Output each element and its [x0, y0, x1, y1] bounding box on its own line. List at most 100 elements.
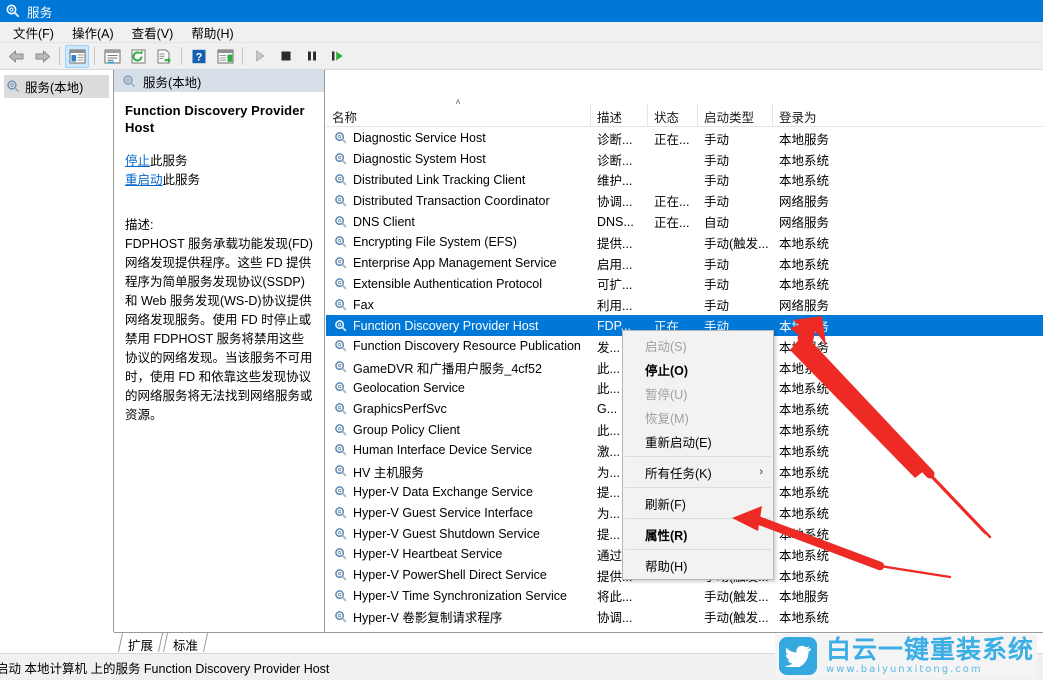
- show-hide-tree-icon[interactable]: [65, 45, 89, 68]
- tab-extended[interactable]: 扩展: [118, 633, 163, 652]
- service-name-label: HV 主机服务: [353, 462, 424, 481]
- table-row[interactable]: Hyper-V 卷影复制请求程序协调...手动(触发...本地系统: [326, 606, 1043, 627]
- service-gear-icon: [334, 319, 348, 333]
- ctx-restart[interactable]: 重新启动(E): [623, 429, 773, 453]
- title-bar: 服务: [0, 0, 1043, 22]
- cell-name: Hyper-V PowerShell Direct Service: [326, 568, 591, 582]
- cell-desc: 利用...: [591, 295, 648, 314]
- service-context-menu[interactable]: 启动(S)停止(O)暂停(U)恢复(M)重新启动(E)所有任务(K)›刷新(F)…: [622, 330, 774, 580]
- pause-service-icon[interactable]: [300, 45, 324, 68]
- menu-help[interactable]: 帮助(H): [182, 21, 242, 44]
- chevron-right-icon: ›: [759, 466, 763, 478]
- show-action-pane-icon[interactable]: [213, 45, 237, 68]
- cell-startup: 手动: [698, 274, 773, 293]
- service-name-label: Group Policy Client: [353, 423, 460, 437]
- column-header-status[interactable]: 状态: [648, 103, 698, 127]
- ctx-properties[interactable]: 属性(R): [623, 522, 773, 546]
- cell-logon: 本地系统: [773, 607, 1043, 626]
- cell-name: Hyper-V 卷影复制请求程序: [326, 607, 591, 626]
- table-row[interactable]: Extensible Authentication Protocol可扩...手…: [326, 274, 1043, 295]
- cell-logon: 本地服务: [773, 586, 1043, 605]
- service-gear-icon: [334, 131, 348, 145]
- table-row[interactable]: Distributed Transaction Coordinator协调...…: [326, 190, 1043, 211]
- table-row[interactable]: Encrypting File System (EFS)提供...手动(触发..…: [326, 232, 1043, 253]
- cell-desc: 将此...: [591, 586, 648, 605]
- cell-logon: 本地系统: [773, 399, 1043, 418]
- tab-standard[interactable]: 标准: [163, 633, 208, 652]
- cell-name: Encrypting File System (EFS): [326, 235, 591, 249]
- cell-name: Function Discovery Provider Host: [326, 319, 591, 333]
- menu-view[interactable]: 查看(V): [123, 21, 183, 44]
- service-name-label: Enterprise App Management Service: [353, 256, 557, 270]
- export-list-icon[interactable]: [152, 45, 176, 68]
- service-gear-icon: [334, 568, 348, 582]
- tree-node-services-local[interactable]: 服务(本地): [4, 75, 109, 98]
- watermark-title: 白云一键重装系统: [826, 637, 1034, 662]
- column-header-desc[interactable]: 描述: [591, 103, 648, 127]
- service-name-label: Function Discovery Provider Host: [353, 319, 538, 333]
- ctx-stop[interactable]: 停止(O): [623, 357, 773, 381]
- toolbar: ?: [0, 43, 1043, 70]
- stop-service-icon[interactable]: [274, 45, 298, 68]
- start-service-icon[interactable]: [248, 45, 272, 68]
- service-name-label: Hyper-V Heartbeat Service: [353, 547, 502, 561]
- restart-service-link[interactable]: 重启动: [125, 173, 163, 187]
- menu-file[interactable]: 文件(F): [4, 21, 63, 44]
- table-row[interactable]: Enterprise App Management Service启用...手动…: [326, 253, 1043, 274]
- cell-name: Hyper-V Data Exchange Service: [326, 485, 591, 499]
- status-bar-text: 启动 本地计算机 上的服务 Function Discovery Provide…: [0, 658, 329, 677]
- service-name-label: Geolocation Service: [353, 381, 465, 395]
- table-row[interactable]: DNS ClientDNS...正在...自动网络服务: [326, 211, 1043, 232]
- service-name-label: Distributed Link Tracking Client: [353, 173, 525, 187]
- stop-service-link[interactable]: 停止: [125, 154, 150, 168]
- cell-desc: 诊断...: [591, 150, 648, 169]
- svg-text:?: ?: [196, 51, 203, 63]
- column-header-startup[interactable]: 启动类型: [698, 103, 773, 127]
- service-gear-icon: [334, 173, 348, 187]
- service-name-label: Hyper-V Guest Service Interface: [353, 506, 533, 520]
- service-name-label: DNS Client: [353, 215, 415, 229]
- service-gear-icon: [334, 298, 348, 312]
- help-icon[interactable]: ?: [187, 45, 211, 68]
- properties-icon[interactable]: [100, 45, 124, 68]
- table-row[interactable]: Diagnostic Service Host诊断...正在...手动本地服务: [326, 128, 1043, 149]
- cell-logon: 本地系统: [773, 254, 1043, 273]
- service-gear-icon: [334, 152, 348, 166]
- cell-name: HV 主机服务: [326, 462, 591, 481]
- toolbar-separator-2: [94, 47, 95, 65]
- service-gear-icon: [334, 610, 348, 624]
- service-gear-icon: [334, 360, 348, 374]
- stop-service-suffix: 此服务: [150, 154, 188, 168]
- forward-icon[interactable]: [30, 45, 54, 68]
- context-menu-separator: [625, 518, 771, 519]
- table-row[interactable]: Hyper-V Time Synchronization Service将此..…: [326, 586, 1043, 607]
- ctx-help[interactable]: 帮助(H): [623, 553, 773, 577]
- column-header-name[interactable]: 名称˄: [326, 103, 591, 127]
- ctx-all-tasks[interactable]: 所有任务(K)›: [623, 460, 773, 484]
- detail-pane-header: 服务(本地): [114, 70, 324, 92]
- table-row[interactable]: Distributed Link Tracking Client维护...手动本…: [326, 170, 1043, 191]
- table-row[interactable]: Diagnostic System Host诊断...手动本地系统: [326, 149, 1043, 170]
- ctx-refresh[interactable]: 刷新(F): [623, 491, 773, 515]
- column-header-logon[interactable]: 登录为: [773, 103, 1043, 127]
- cell-desc: 提供...: [591, 233, 648, 252]
- cell-name: Extensible Authentication Protocol: [326, 277, 591, 291]
- refresh-icon[interactable]: [126, 45, 150, 68]
- menu-action[interactable]: 操作(A): [63, 21, 123, 44]
- context-menu-item-label: 停止(O): [645, 360, 688, 379]
- context-menu-item-label: 启动(S): [645, 336, 687, 355]
- detail-header-label: 服务(本地): [143, 72, 201, 91]
- cell-desc: DNS...: [591, 215, 648, 229]
- cell-logon: 本地系统: [773, 150, 1043, 169]
- toolbar-separator-4: [242, 47, 243, 65]
- back-icon[interactable]: [4, 45, 28, 68]
- cell-desc: 诊断...: [591, 129, 648, 148]
- stop-service-link-row: 停止此服务: [125, 152, 316, 171]
- service-gear-icon: [334, 485, 348, 499]
- restart-service-icon[interactable]: [326, 45, 350, 68]
- service-gear-icon: [334, 215, 348, 229]
- service-gear-icon: [334, 589, 348, 603]
- list-column-header[interactable]: 名称˄描述状态启动类型登录为: [326, 103, 1043, 127]
- column-header-label: 登录为: [779, 111, 817, 125]
- table-row[interactable]: Fax利用...手动网络服务: [326, 294, 1043, 315]
